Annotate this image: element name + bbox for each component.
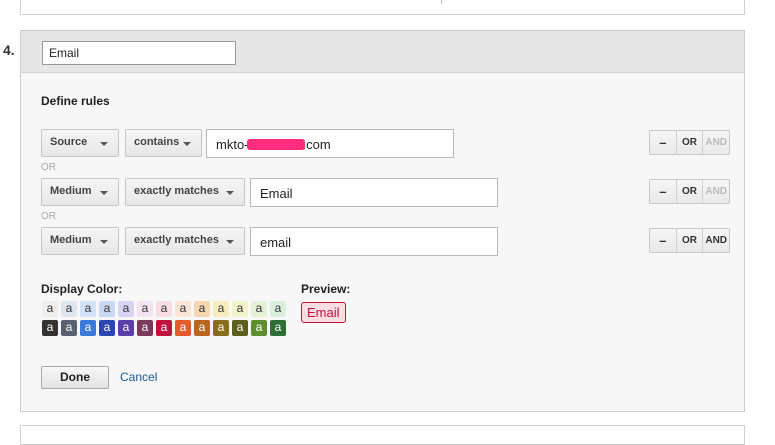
dark-swatch-11[interactable]: a [232, 320, 248, 336]
dark-swatch-13[interactable]: a [270, 320, 286, 336]
swatch-row-dark: aaaaaaaaaaaaa [42, 320, 286, 336]
rule-3-operator-select[interactable]: exactly matches [125, 227, 245, 255]
rule-2-operator-select[interactable]: exactly matches [125, 178, 245, 206]
light-swatch-9[interactable]: a [194, 301, 210, 317]
rule-1-remove-button[interactable]: – [650, 131, 676, 154]
dark-swatch-5[interactable]: a [118, 320, 134, 336]
dark-swatch-7[interactable]: a [156, 320, 172, 336]
next-channel-card [20, 425, 745, 445]
done-button[interactable]: Done [41, 366, 109, 389]
redaction-mark [246, 139, 305, 151]
rule-3-value-input[interactable]: email [250, 227, 498, 256]
rule-1-dimension-label: Source [50, 136, 88, 148]
rule-1-operator-label: contains [134, 136, 180, 148]
chevron-down-icon [226, 240, 234, 244]
rule-2-operator-label: exactly matches [134, 185, 219, 197]
dark-swatch-4[interactable]: a [99, 320, 115, 336]
rule-3-dimension-select[interactable]: Medium [41, 227, 119, 255]
rule-3-value: email [260, 235, 292, 250]
dark-swatch-12[interactable]: a [251, 320, 267, 336]
rule-2-and-button[interactable]: AND [702, 180, 729, 203]
rule-2-dimension-label: Medium [50, 185, 92, 197]
light-swatch-4[interactable]: a [99, 301, 115, 317]
light-swatch-13[interactable]: a [270, 301, 286, 317]
dark-swatch-10[interactable]: a [213, 320, 229, 336]
light-swatch-12[interactable]: a [251, 301, 267, 317]
channel-group-card: Define rules Source contains mkto- .com –… [20, 30, 745, 412]
channel-name-input[interactable] [42, 41, 236, 65]
previous-channel-card [20, 0, 745, 15]
preview-badge: Email [301, 302, 346, 323]
light-swatch-5[interactable]: a [118, 301, 134, 317]
chevron-down-icon [226, 191, 234, 195]
rule-3-logic-buttons: – OR AND [649, 228, 730, 253]
preview-label: Preview: [301, 282, 351, 296]
rule-2-remove-button[interactable]: – [650, 180, 676, 203]
light-swatch-1[interactable]: a [42, 301, 58, 317]
rule-1-operator-select[interactable]: contains [125, 129, 202, 157]
rule-1-and-button[interactable]: AND [702, 131, 729, 154]
define-rules-heading: Define rules [41, 94, 110, 108]
cancel-link[interactable]: Cancel [120, 370, 157, 384]
step-number: 4. [3, 42, 15, 58]
rule-1-value-input[interactable]: mkto- .com [206, 129, 454, 158]
rule-3-operator-label: exactly matches [134, 234, 219, 246]
rule-3-or-button[interactable]: OR [675, 229, 703, 252]
column-divider [441, 0, 442, 4]
rule-2-or-button[interactable]: OR [675, 180, 703, 203]
dark-swatch-9[interactable]: a [194, 320, 210, 336]
chevron-down-icon [183, 142, 191, 146]
rule-2-value: Email [260, 186, 293, 201]
dark-swatch-6[interactable]: a [137, 320, 153, 336]
display-color-label: Display Color: [41, 282, 123, 296]
light-swatch-3[interactable]: a [80, 301, 96, 317]
chevron-down-icon [100, 142, 108, 146]
rule-2-value-input[interactable]: Email [250, 178, 498, 207]
dark-swatch-3[interactable]: a [80, 320, 96, 336]
color-swatch-palette: aaaaaaaaaaaaa aaaaaaaaaaaaa [42, 301, 286, 339]
dark-swatch-2[interactable]: a [61, 320, 77, 336]
light-swatch-2[interactable]: a [61, 301, 77, 317]
swatch-row-light: aaaaaaaaaaaaa [42, 301, 286, 317]
rule-1-or-button[interactable]: OR [675, 131, 703, 154]
card-header [21, 31, 744, 73]
rule-1-logic-buttons: – OR AND [649, 130, 730, 155]
rule-1-value-prefix: mkto- [216, 137, 249, 152]
rule-2-dimension-select[interactable]: Medium [41, 178, 119, 206]
light-swatch-10[interactable]: a [213, 301, 229, 317]
or-separator: OR [41, 162, 56, 173]
light-swatch-6[interactable]: a [137, 301, 153, 317]
or-separator: OR [41, 211, 56, 222]
chevron-down-icon [100, 191, 108, 195]
dark-swatch-8[interactable]: a [175, 320, 191, 336]
light-swatch-11[interactable]: a [232, 301, 248, 317]
rule-2-logic-buttons: – OR AND [649, 179, 730, 204]
light-swatch-7[interactable]: a [156, 301, 172, 317]
rule-3-and-button[interactable]: AND [702, 229, 729, 252]
chevron-down-icon [100, 240, 108, 244]
rule-3-dimension-label: Medium [50, 234, 92, 246]
rule-3-remove-button[interactable]: – [650, 229, 676, 252]
rule-1-dimension-select[interactable]: Source [41, 129, 119, 157]
light-swatch-8[interactable]: a [175, 301, 191, 317]
rule-1-value-suffix: .com [302, 137, 331, 152]
dark-swatch-1[interactable]: a [42, 320, 58, 336]
